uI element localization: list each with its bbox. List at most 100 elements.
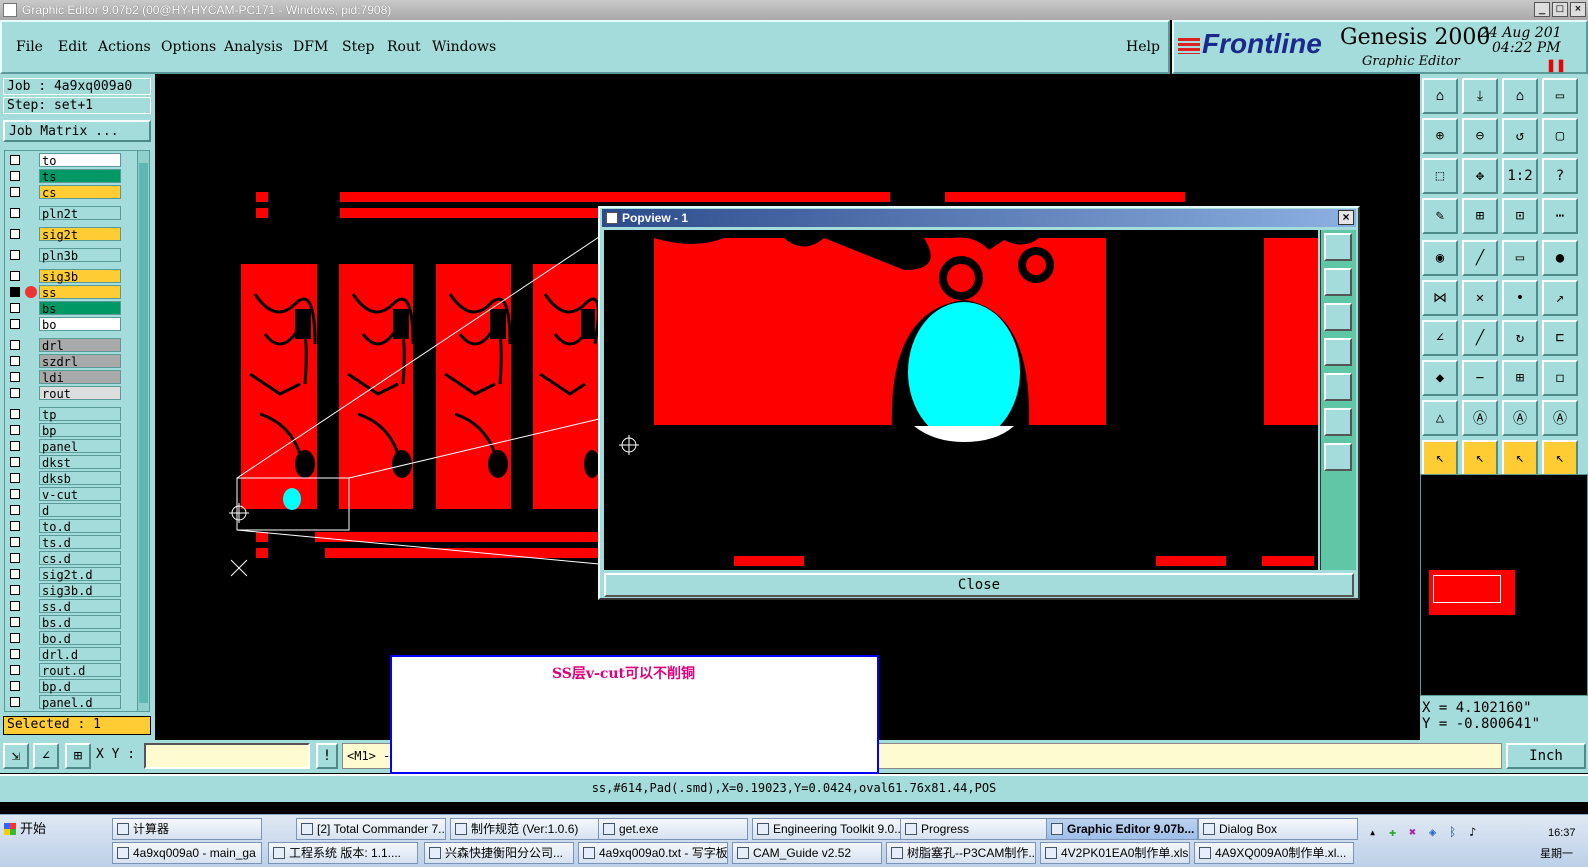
arc-icon[interactable]: ↻ bbox=[1502, 320, 1538, 356]
taskbar-item[interactable]: 工程系统 版本: 1.1.... bbox=[268, 842, 418, 864]
measure-icon[interactable]: ⇲ bbox=[3, 743, 29, 769]
tray-network-icon[interactable]: ◈ bbox=[1429, 825, 1436, 839]
triangle-a-icon[interactable]: Ⓐ bbox=[1462, 400, 1498, 436]
snap-icon[interactable]: ⋯ bbox=[1542, 198, 1578, 234]
layer-row-rout.d[interactable]: rout.d bbox=[7, 663, 121, 678]
menu-actions[interactable]: Actions bbox=[98, 39, 151, 55]
taskbar-item[interactable]: 4a9xq009a0.txt - 写字板 bbox=[578, 842, 728, 864]
cross-icon[interactable]: ✕ bbox=[1462, 280, 1498, 316]
pad-edit-icon[interactable]: ◆ bbox=[1422, 360, 1458, 396]
triangle-icon[interactable]: △ bbox=[1422, 400, 1458, 436]
bracket-icon[interactable]: ⊏ bbox=[1542, 320, 1578, 356]
layer-checkbox[interactable] bbox=[10, 187, 20, 197]
popview-close-button[interactable]: Close bbox=[604, 573, 1354, 597]
grid-icon[interactable]: ⊞ bbox=[1462, 198, 1498, 234]
snap-icon[interactable]: ∠ bbox=[33, 743, 59, 769]
layer-checkbox[interactable] bbox=[10, 356, 20, 366]
taskbar-item[interactable]: Dialog Box bbox=[1198, 818, 1358, 840]
layer-checkbox[interactable] bbox=[10, 537, 20, 547]
layer-checkbox[interactable] bbox=[10, 473, 20, 483]
grid-icon[interactable]: ⊞ bbox=[65, 743, 91, 769]
mini-map[interactable] bbox=[1420, 474, 1588, 696]
square-icon[interactable]: ◻ bbox=[1542, 360, 1578, 396]
layer-row-pln3b[interactable]: pln3b bbox=[7, 248, 121, 263]
layer-row-bs[interactable]: bs bbox=[7, 301, 121, 316]
add-line-icon[interactable]: ╱ bbox=[1462, 240, 1498, 276]
zoom-out-icon[interactable]: ⊖ bbox=[1462, 118, 1498, 154]
angle-icon[interactable]: ∠ bbox=[1422, 320, 1458, 356]
layer-checkbox[interactable] bbox=[10, 633, 20, 643]
popview-image[interactable] bbox=[604, 230, 1318, 570]
layer-row-rout[interactable]: rout bbox=[7, 386, 121, 401]
pointer-box-icon[interactable]: ↖ bbox=[1462, 440, 1498, 476]
taskbar-item[interactable]: CAM_Guide v2.52 bbox=[732, 842, 882, 864]
menu-file[interactable]: File bbox=[16, 39, 43, 55]
menu-rout[interactable]: Rout bbox=[387, 39, 421, 55]
taskbar-item[interactable]: 4A9XQ009A0制作单.xl... bbox=[1194, 842, 1354, 864]
menu-step[interactable]: Step bbox=[342, 39, 374, 55]
layer-checkbox[interactable] bbox=[10, 340, 20, 350]
window-icon[interactable]: ▭ bbox=[1542, 78, 1578, 114]
layer-checkbox[interactable] bbox=[10, 697, 20, 707]
taskbar-item[interactable]: [2] Total Commander 7... bbox=[296, 818, 446, 840]
layer-checkbox[interactable] bbox=[10, 489, 20, 499]
tray-bluetooth-icon[interactable]: ᛒ bbox=[1449, 825, 1456, 839]
taskbar-item[interactable]: 兴森快捷衡阳分公司... bbox=[424, 842, 574, 864]
layer-row-to.d[interactable]: to.d bbox=[7, 519, 121, 534]
layer-row-bp.d[interactable]: bp.d bbox=[7, 679, 121, 694]
layer-row-ss[interactable]: ss bbox=[7, 285, 121, 300]
layer-row-pln2t[interactable]: pln2t bbox=[7, 206, 121, 221]
layer-checkbox[interactable] bbox=[10, 681, 20, 691]
layer-row-bs.d[interactable]: bs.d bbox=[7, 615, 121, 630]
layer-row-dkst[interactable]: dkst bbox=[7, 455, 121, 470]
layer-checkbox[interactable] bbox=[10, 569, 20, 579]
xy-input[interactable] bbox=[144, 743, 310, 769]
arrow-icon[interactable]: ↗ bbox=[1542, 280, 1578, 316]
layer-row-sig3b.d[interactable]: sig3b.d bbox=[7, 583, 121, 598]
layer-checkbox[interactable] bbox=[10, 457, 20, 467]
brush-icon[interactable]: ✎ bbox=[1422, 198, 1458, 234]
taskbar-item[interactable]: 计算器 bbox=[112, 818, 262, 840]
scrollbar-thumb[interactable] bbox=[139, 163, 148, 703]
popview-window[interactable]: Popview - 1 × Close bbox=[598, 206, 1360, 600]
pointer-icon[interactable]: ↖ bbox=[1422, 440, 1458, 476]
tray-volume-icon[interactable]: ♪ bbox=[1469, 825, 1476, 839]
fit-icon[interactable]: ⬚ bbox=[1422, 158, 1458, 194]
layer-row-d[interactable]: d bbox=[7, 503, 121, 518]
layer-row-cs[interactable]: cs bbox=[7, 185, 121, 200]
popview-center-icon[interactable] bbox=[1324, 443, 1352, 471]
layer-row-dksb[interactable]: dksb bbox=[7, 471, 121, 486]
layer-row-to[interactable]: to bbox=[7, 153, 121, 168]
layer-checkbox[interactable] bbox=[10, 505, 20, 515]
layer-checkbox[interactable] bbox=[10, 271, 20, 281]
selected-pad[interactable] bbox=[283, 488, 301, 510]
minus-icon[interactable]: − bbox=[1462, 360, 1498, 396]
layer-checkbox[interactable] bbox=[10, 171, 20, 181]
zoom-home-icon[interactable]: ▢ bbox=[1542, 118, 1578, 154]
layer-checkbox[interactable] bbox=[10, 425, 20, 435]
menu-edit[interactable]: Edit bbox=[58, 39, 87, 55]
save-icon[interactable]: ⤓ bbox=[1462, 78, 1498, 114]
add-pad-icon[interactable]: ◉ bbox=[1422, 240, 1458, 276]
menu-options[interactable]: Options bbox=[161, 39, 216, 55]
menu-dfm[interactable]: DFM bbox=[293, 39, 328, 55]
taskbar-item[interactable]: 4a9xq009a0 - main_ga bbox=[112, 842, 262, 864]
start-button[interactable]: 开始 bbox=[0, 817, 60, 841]
taskbar-item[interactable]: Engineering Toolkit 9.0... bbox=[752, 818, 902, 840]
layer-row-drl[interactable]: drl bbox=[7, 338, 121, 353]
layer-checkbox[interactable] bbox=[10, 665, 20, 675]
select-icon[interactable]: ⊡ bbox=[1502, 198, 1538, 234]
menu-help[interactable]: Help bbox=[1126, 39, 1160, 55]
layer-row-ss.d[interactable]: ss.d bbox=[7, 599, 121, 614]
layer-checkbox[interactable] bbox=[10, 287, 20, 297]
center-icon[interactable]: ✥ bbox=[1462, 158, 1498, 194]
popview-pan-left-icon[interactable] bbox=[1324, 338, 1352, 366]
layer-row-sig3b[interactable]: sig3b bbox=[7, 269, 121, 284]
layer-row-cs.d[interactable]: cs.d bbox=[7, 551, 121, 566]
taskbar-item[interactable]: 制作规范 (Ver:1.0.6) bbox=[450, 818, 600, 840]
layer-checkbox[interactable] bbox=[10, 388, 20, 398]
layer-checkbox[interactable] bbox=[10, 303, 20, 313]
layer-checkbox[interactable] bbox=[10, 409, 20, 419]
layer-checkbox[interactable] bbox=[10, 441, 20, 451]
layer-checkbox[interactable] bbox=[10, 250, 20, 260]
